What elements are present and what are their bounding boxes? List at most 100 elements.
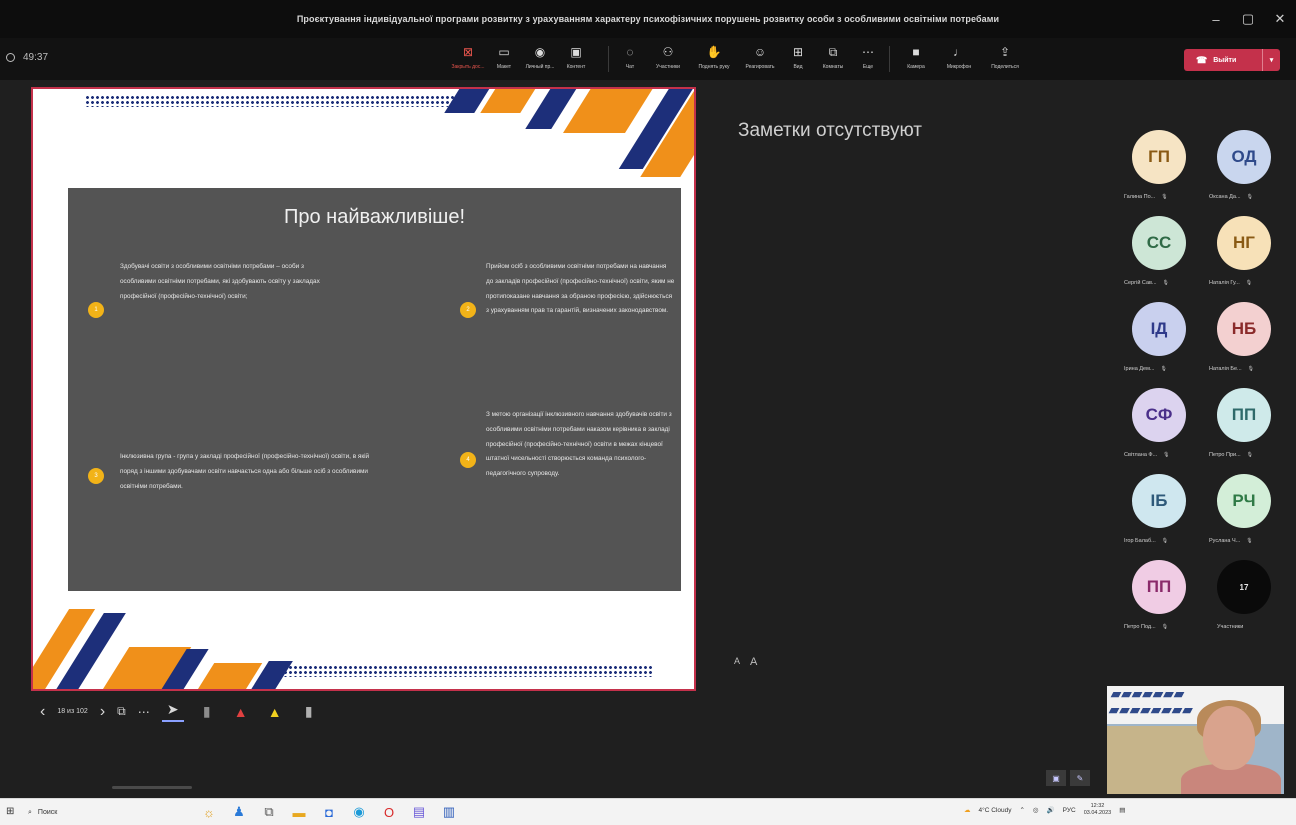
clear-ink-icon[interactable]: ▮ <box>298 703 320 720</box>
participant-name: Петро При... 🎙 <box>1209 452 1254 458</box>
participant-tile[interactable]: НБ Наталія Бе... 🎙 <box>1203 302 1283 382</box>
horizontal-scrollbar[interactable] <box>112 786 192 789</box>
weather-icon: ☁ <box>964 807 971 814</box>
leave-button[interactable]: ☎ Выйти ▾ <box>1184 49 1280 71</box>
taskbar-clock[interactable]: 12:32 03.04.2023 <box>1084 803 1112 817</box>
participant-name: Ірина Дем... 🎙 <box>1124 366 1167 372</box>
participant-tile[interactable]: ПП Петро При... 🎙 <box>1203 388 1283 468</box>
bullet-text: Здобувачі освіти з особливими освітніми … <box>120 263 320 300</box>
highlighter-icon[interactable]: ▲ <box>264 704 286 720</box>
participant-tile[interactable]: ПП Петро Под... 🎙 <box>1118 560 1198 640</box>
slide-sorter-icon[interactable]: ⧉ <box>117 704 126 719</box>
more-icon: ⋯ <box>862 45 874 59</box>
upload-icon: ⇪ <box>999 45 1011 59</box>
record-indicator-icon <box>6 53 15 62</box>
participant-name: Галина По... 🎙 <box>1124 194 1168 200</box>
weather-text[interactable]: 4°C Cloudy <box>979 807 1012 814</box>
mic-muted-icon: 🎙 <box>1162 280 1169 286</box>
edge-browser-icon[interactable]: ◉ <box>348 801 370 823</box>
participant-tile[interactable]: РЧ Руслана Ч... 🎙 <box>1203 474 1283 554</box>
ink-mini-toolbar: ▣ ✎ <box>1046 770 1090 786</box>
self-video-thumbnail[interactable]: ▰▰▰▰▰▰▰ ▰▰▰▰▰▰▰▰ <box>1107 686 1284 794</box>
red-pen-icon[interactable]: ▲ <box>230 704 252 720</box>
windows-start-icon[interactable]: ⊞ <box>6 806 14 817</box>
minimize-button[interactable]: – <box>1200 0 1232 38</box>
avatar: ПП <box>1217 388 1271 442</box>
decrease-font-button[interactable]: A <box>734 656 740 668</box>
avatar: СС <box>1132 216 1186 270</box>
layout-button[interactable]: ▭ Макет <box>486 42 522 78</box>
bullet-number: 1 <box>88 302 104 318</box>
teams-app-icon[interactable]: ▤ <box>408 801 430 823</box>
volume-icon[interactable]: 🔊 <box>1047 806 1055 814</box>
network-icon[interactable]: ◎ <box>1033 806 1039 814</box>
react-button[interactable]: ☺ Реагировать <box>737 42 783 78</box>
participant-tile[interactable]: ОД Оксана Да... 🎙 <box>1203 130 1283 210</box>
store-app-icon[interactable]: ◘ <box>318 801 340 823</box>
participant-tile[interactable]: ГП Галина По... 🎙 <box>1118 130 1198 210</box>
phone-hangup-icon: ☎ <box>1196 54 1208 65</box>
leave-label: Выйти <box>1213 56 1237 64</box>
mic-muted-icon: 🎙 <box>1246 194 1253 200</box>
next-slide-chevron-icon[interactable]: › <box>100 703 105 721</box>
laser-pointer-icon[interactable]: ➤ <box>161 701 184 722</box>
participants-overflow-tile[interactable]: 17 Участники <box>1203 560 1283 640</box>
mic-muted-icon: 🎙 <box>1246 452 1254 458</box>
pen-mini-icon[interactable]: ✎ <box>1070 770 1090 786</box>
taskbar-search[interactable]: ⌕ Поиск <box>28 803 188 822</box>
widgets-app-icon[interactable]: ☼ <box>198 801 220 823</box>
file-explorer-icon[interactable]: ▬ <box>288 801 310 823</box>
participant-name: Ігор Балаб... 🎙 <box>1124 538 1169 544</box>
taskbar-apps: ☼ ♟ ⧉ ▬ ◘ ◉ O ▤ ▥ <box>198 801 460 823</box>
maximize-button[interactable]: ▢ <box>1232 0 1264 38</box>
avatar: ПП <box>1132 560 1186 614</box>
camera-icon: ■ <box>912 45 920 59</box>
close-button[interactable]: ✕ <box>1264 0 1296 38</box>
leave-options-chevron-icon[interactable]: ▾ <box>1262 49 1280 71</box>
microphone-button[interactable]: ♩ Микрофон <box>936 42 982 78</box>
notifications-icon[interactable]: ▤ <box>1119 806 1125 814</box>
participant-tile[interactable]: ІД Ірина Дем... 🎙 <box>1118 302 1198 382</box>
participant-tile[interactable]: НГ Наталія Гу... 🎙 <box>1203 216 1283 296</box>
avatar: НГ <box>1217 216 1271 270</box>
teams-mini-icon[interactable]: ▣ <box>1046 770 1066 786</box>
prev-slide-chevron-icon[interactable]: ‹ <box>40 703 45 721</box>
participant-tile[interactable]: СФ Світлана Ф... 🎙 <box>1118 388 1198 468</box>
participant-tile[interactable]: ІБ Ігор Балаб... 🎙 <box>1118 474 1198 554</box>
share-button[interactable]: ⇪ Поделиться <box>982 42 1028 78</box>
stop-sharing-button[interactable]: ⊠ Закрыть дос... <box>450 42 486 78</box>
opera-browser-icon[interactable]: O <box>378 801 400 823</box>
timer-text: 49:37 <box>23 52 49 63</box>
user-app-icon[interactable]: ♟ <box>228 801 250 823</box>
eraser-icon[interactable]: ▮ <box>196 703 218 720</box>
participants-button[interactable]: ⚇ Участники <box>645 42 691 78</box>
decor-dots <box>283 665 653 677</box>
language-indicator[interactable]: РУС <box>1063 807 1076 814</box>
people-icon: ⚇ <box>662 45 674 59</box>
raise-hand-button[interactable]: ✋ Поднять руку <box>691 42 737 78</box>
word-app-icon[interactable]: ▥ <box>438 801 460 823</box>
avatar: ІД <box>1132 302 1186 356</box>
bullet-text: Інклюзивна група - група у закладі профе… <box>120 453 370 490</box>
notes-empty-text: Заметки отсутствуют <box>738 120 922 141</box>
task-view-icon[interactable]: ⧉ <box>258 801 280 823</box>
avatar: ІБ <box>1132 474 1186 528</box>
participant-tile[interactable]: СС Сергій Сав... 🎙 <box>1118 216 1198 296</box>
increase-font-button[interactable]: A <box>750 656 757 668</box>
tray-overflow-chevron-icon[interactable]: ⌃ <box>1019 806 1024 814</box>
window-controls: – ▢ ✕ <box>1200 0 1296 38</box>
rooms-button[interactable]: ⧉ Комнаты <box>813 42 853 78</box>
meeting-toolbar: 49:37 ⊠ Закрыть дос... ▭ Макет ◉ Личный … <box>0 38 1296 80</box>
participant-name: Петро Под... 🎙 <box>1124 624 1169 630</box>
more-options-icon[interactable]: ⋯ <box>138 705 150 719</box>
avatar: НБ <box>1217 302 1271 356</box>
chat-button[interactable]: ◌ Чат <box>615 42 645 78</box>
more-button[interactable]: ⋯ Еще <box>853 42 883 78</box>
view-button[interactable]: ⊞ Вид <box>783 42 813 78</box>
camera-button[interactable]: ■ Камера <box>896 42 936 78</box>
rooms-icon: ⧉ <box>828 44 838 59</box>
content-button[interactable]: ▣ Контент <box>558 42 594 78</box>
bullet-text: Прийом осіб з особливими освітніми потре… <box>486 263 675 315</box>
presenter-mode-button[interactable]: ◉ Личный пр... <box>522 42 558 78</box>
avatar: СФ <box>1132 388 1186 442</box>
